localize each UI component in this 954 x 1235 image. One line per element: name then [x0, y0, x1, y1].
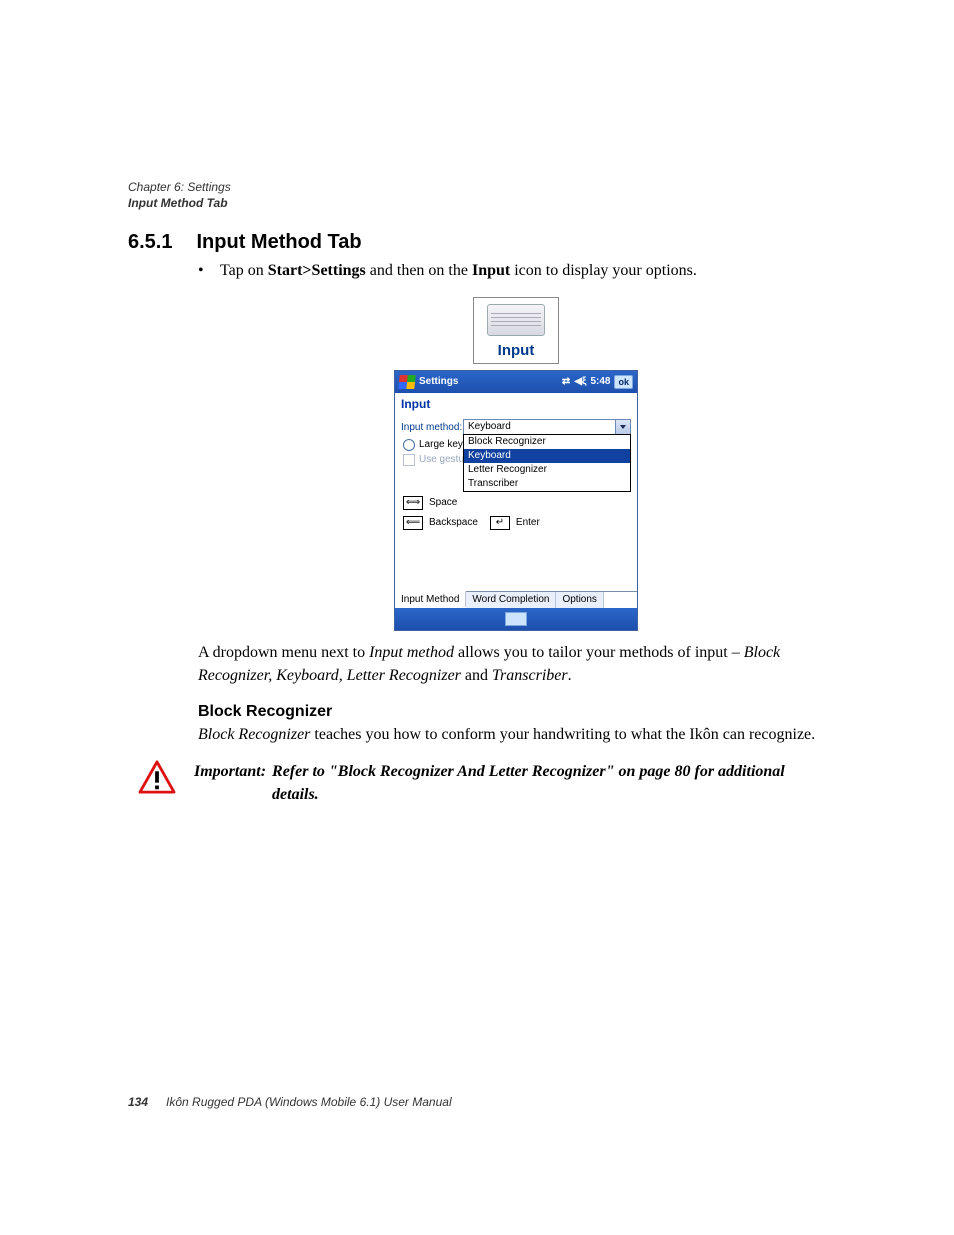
screen-title: Input: [395, 393, 637, 413]
page-number: 134: [128, 1095, 148, 1109]
section-title: Input Method Tab: [196, 231, 361, 254]
instruction-bullet: • Tap on Start>Settings and then on the …: [198, 260, 834, 282]
running-head: Chapter 6: Settings Input Method Tab: [128, 180, 834, 211]
sub-heading: Block Recognizer: [198, 703, 834, 721]
ok-button[interactable]: ok: [614, 375, 633, 389]
device-tabs: Input Method Word Completion Options: [395, 591, 637, 608]
space-gesture-icon: ⟺: [403, 496, 423, 510]
device-screenshot: Settings ⇄ ◀ξ 5:48 ok Input Input method…: [394, 370, 638, 631]
running-head-section: Input Method Tab: [128, 196, 834, 212]
important-lead: Important:: [194, 760, 266, 806]
input-icon-label: Input: [478, 342, 554, 359]
bullet-dot: •: [198, 260, 206, 282]
device-time: 5:48: [590, 376, 610, 387]
connectivity-icon[interactable]: ⇄: [562, 376, 570, 387]
tab-word-completion[interactable]: Word Completion: [466, 592, 556, 608]
paragraph-2: Block Recognizer teaches you how to conf…: [198, 723, 834, 746]
warning-icon: [138, 760, 176, 794]
volume-icon[interactable]: ◀ξ: [574, 376, 586, 387]
tab-input-method[interactable]: Input Method: [395, 591, 466, 607]
footer-title: Ikôn Rugged PDA (Windows Mobile 6.1) Use…: [166, 1095, 452, 1109]
sip-keyboard-icon[interactable]: [505, 612, 527, 626]
backspace-label: Backspace: [429, 517, 478, 528]
option-block-recognizer[interactable]: Block Recognizer: [464, 435, 630, 449]
option-transcriber[interactable]: Transcriber: [464, 477, 630, 491]
section-heading: 6.5.1 Input Method Tab: [128, 231, 834, 254]
bullet-text: Tap on Start>Settings and then on the In…: [220, 260, 697, 282]
option-keyboard[interactable]: Keyboard: [464, 449, 630, 463]
running-head-chapter: Chapter 6: Settings: [128, 180, 834, 196]
input-method-list[interactable]: Block Recognizer Keyboard Letter Recogni…: [463, 434, 631, 492]
tab-options[interactable]: Options: [556, 592, 603, 608]
input-method-label: Input method:: [401, 422, 463, 433]
device-titlebar: Settings ⇄ ◀ξ 5:48 ok: [395, 371, 637, 393]
important-note: Important: Refer to "Block Recognizer An…: [138, 760, 834, 806]
enter-gesture-icon: ↵: [490, 516, 510, 530]
paragraph-1: A dropdown menu next to Input method all…: [198, 641, 834, 687]
enter-label: Enter: [516, 517, 540, 528]
backspace-gesture-icon: ⟸: [403, 516, 423, 530]
option-letter-recognizer[interactable]: Letter Recognizer: [464, 463, 630, 477]
chevron-down-icon[interactable]: [615, 420, 630, 435]
dropdown-value: Keyboard: [468, 421, 511, 432]
device-bottombar: [395, 608, 637, 630]
device-title: Settings: [419, 376, 458, 387]
use-gestures-check[interactable]: [403, 454, 415, 466]
space-label: Space: [429, 497, 457, 508]
start-flag-icon[interactable]: [398, 375, 415, 389]
page-footer: 134 Ikôn Rugged PDA (Windows Mobile 6.1)…: [128, 1095, 452, 1109]
input-icon-block: Input: [473, 297, 559, 364]
large-keys-radio[interactable]: [403, 439, 415, 451]
important-body: Refer to "Block Recognizer And Letter Re…: [272, 760, 834, 806]
section-number: 6.5.1: [128, 231, 172, 254]
keyboard-icon: [487, 304, 545, 336]
large-keys-label: Large keys: [419, 439, 468, 450]
